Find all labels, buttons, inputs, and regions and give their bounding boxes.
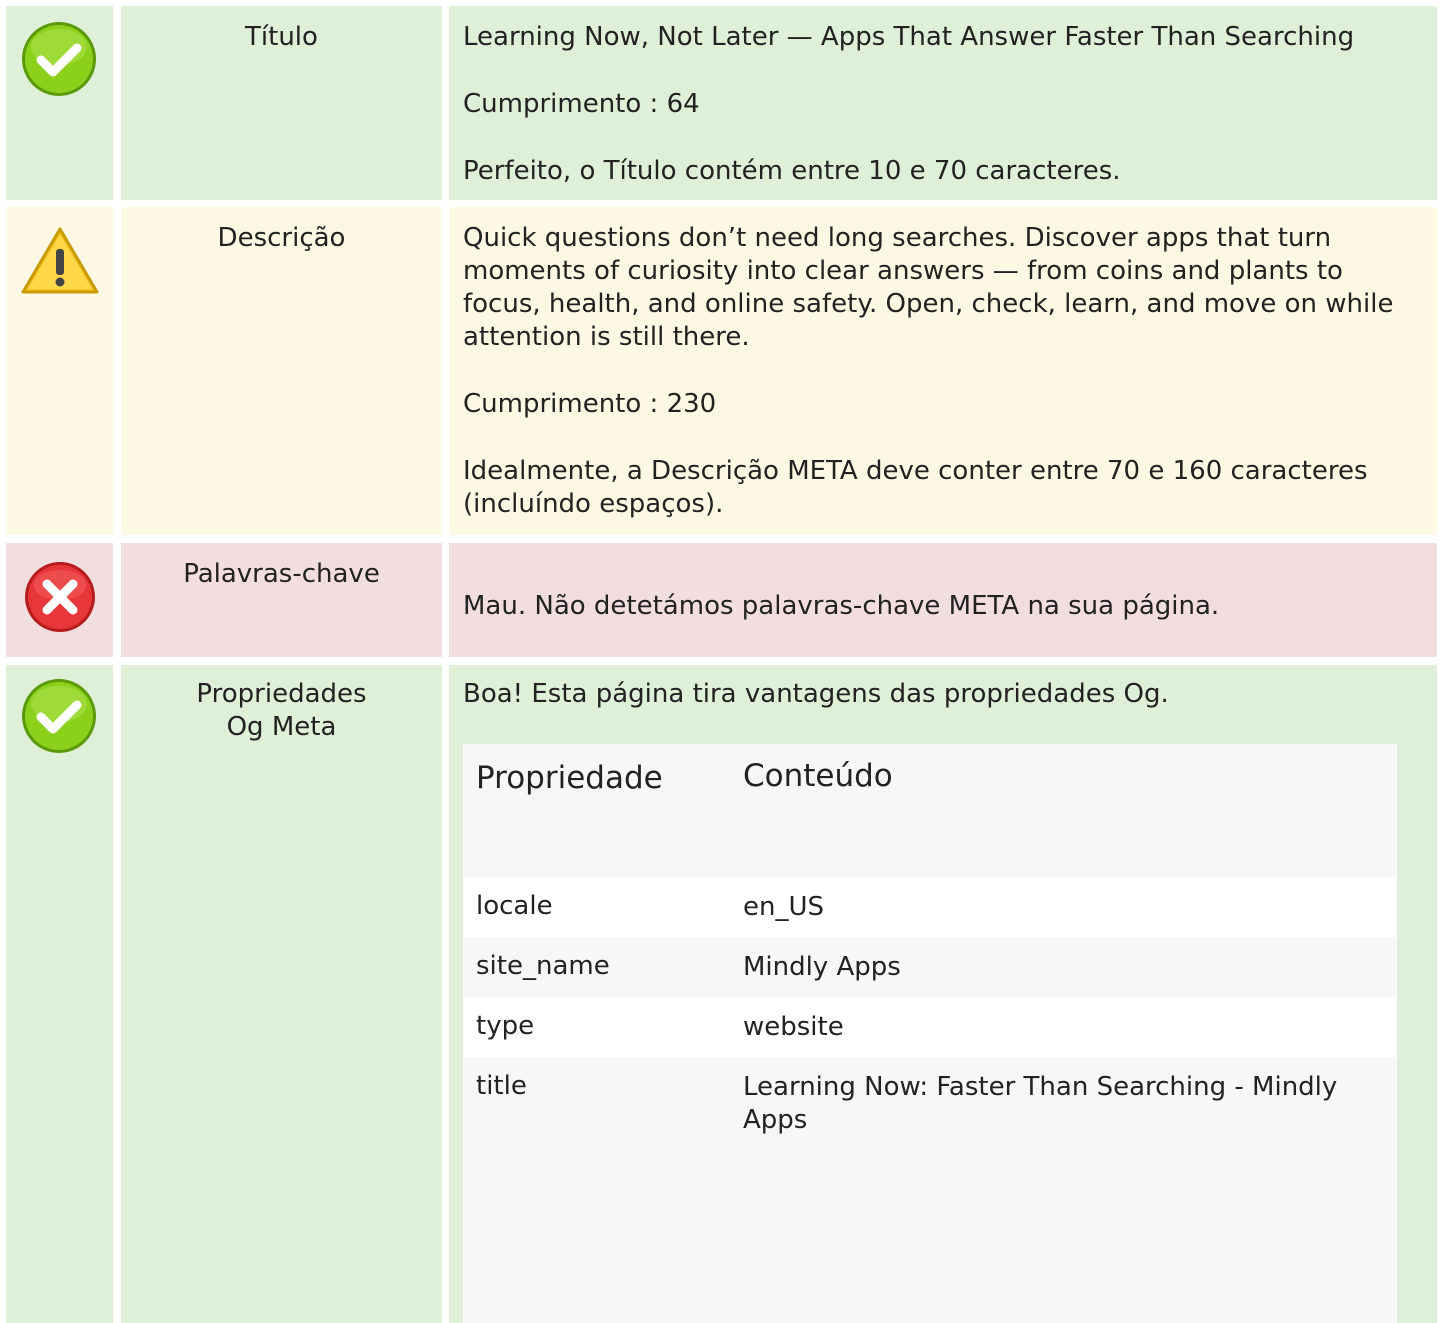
keywords-content: Mau. Não detetámos palavras-chave META n… [449, 543, 1437, 657]
og-property: site_name [476, 951, 610, 981]
description-message: Idealmente, a Descrição META deve conter… [463, 456, 1368, 519]
description-length: Cumprimento : 230 [463, 389, 717, 419]
title-message: Perfeito, o Título contém entre 10 e 70 … [463, 156, 1121, 186]
description-content: Quick questions don’t need long searches… [449, 207, 1437, 535]
title-length: Cumprimento : 64 [463, 89, 700, 119]
og-status-cell [6, 665, 113, 1323]
title-status-cell [6, 6, 113, 200]
og-content-value: website [743, 1012, 844, 1042]
title-label: Título [121, 6, 442, 200]
description-value: Quick questions don’t need long searches… [463, 223, 1394, 352]
og-content-value: Learning Now: Faster Than Searching - Mi… [743, 1072, 1338, 1135]
og-content-value: Mindly Apps [743, 952, 901, 982]
title-value: Learning Now, Not Later — Apps That Answ… [463, 22, 1355, 52]
description-label: Descrição [121, 207, 442, 535]
og-table-header: Propriedade Conteúdo [463, 744, 1397, 877]
og-header-content: Conteúdo [743, 758, 893, 794]
keywords-message: Mau. Não detetámos palavras-chave META n… [463, 591, 1220, 621]
og-property: type [476, 1011, 535, 1041]
error-circle-icon [23, 560, 97, 641]
keywords-status-cell [6, 543, 113, 657]
og-property: title [476, 1071, 527, 1101]
table-row: title Learning Now: Faster Than Searchin… [463, 1057, 1397, 1323]
og-content-value: en_US [743, 892, 825, 922]
description-status-cell [6, 207, 113, 535]
check-circle-icon [19, 676, 99, 763]
og-property: locale [476, 891, 553, 921]
og-header-property: Propriedade [476, 760, 663, 796]
table-row: site_name Mindly Apps [463, 937, 1397, 997]
warning-triangle-icon [20, 225, 100, 304]
title-content: Learning Now, Not Later — Apps That Answ… [449, 6, 1437, 200]
og-message: Boa! Esta página tira vantagens das prop… [463, 679, 1169, 709]
table-row: type website [463, 997, 1397, 1057]
og-properties-table: Propriedade Conteúdo locale en_US site_n… [463, 744, 1397, 1323]
og-label: Propriedades Og Meta [121, 665, 442, 1323]
check-circle-icon [19, 19, 99, 106]
table-row: locale en_US [463, 877, 1397, 937]
keywords-label: Palavras-chave [121, 543, 442, 657]
